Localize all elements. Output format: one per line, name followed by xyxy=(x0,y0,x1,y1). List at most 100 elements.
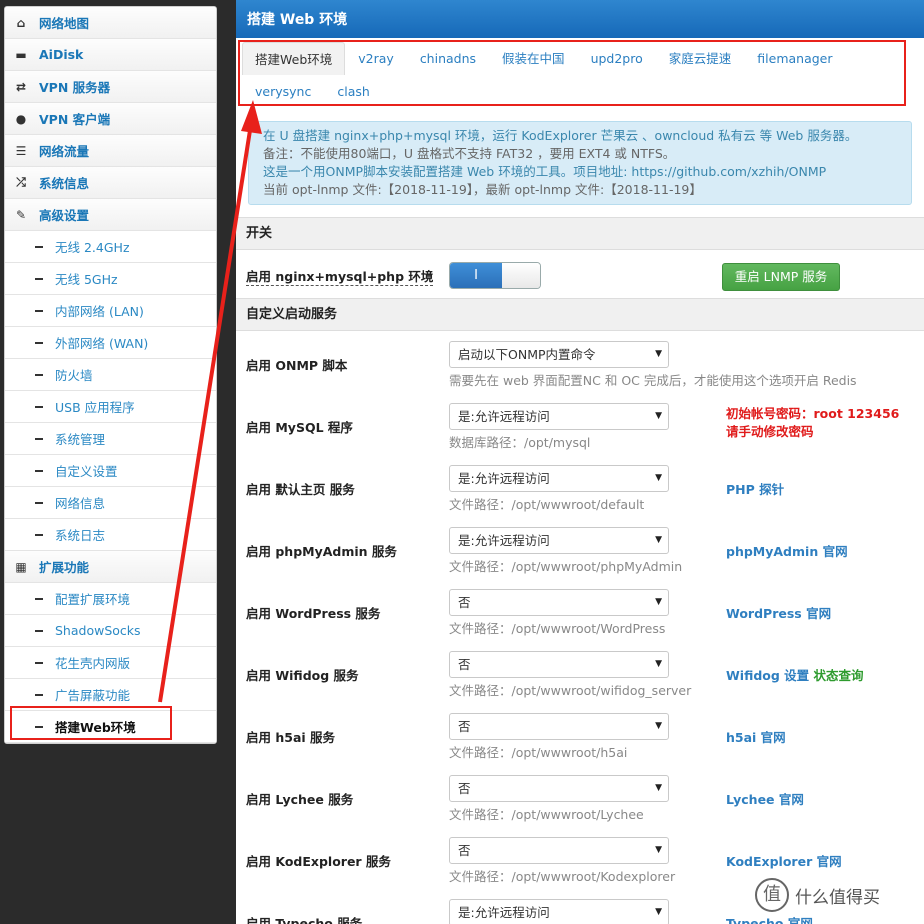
lnmp-toggle[interactable]: I xyxy=(449,262,541,289)
toggle-knob xyxy=(502,263,540,288)
nav-sub-firewall[interactable]: 防火墙 xyxy=(5,359,216,391)
dash-icon xyxy=(35,693,43,696)
caret-down-icon: ▼ xyxy=(655,349,662,359)
caret-down-icon: ▼ xyxy=(655,783,662,793)
dash-icon xyxy=(35,341,43,344)
row-label: 启用 KodExplorer 服务 xyxy=(246,854,391,869)
phpmyadmin-select[interactable]: 是:允许远程访问 ▼ xyxy=(449,527,669,554)
nav-sub-shadowsocks[interactable]: ShadowSocks xyxy=(5,615,216,647)
nav-sub-label: 网络信息 xyxy=(55,496,106,511)
select-value: 是:允许远程访问 xyxy=(458,905,550,920)
mysql-warning: 初始帐号密码：root 123456 请手动修改密码 xyxy=(726,405,899,441)
nav-sub-lan[interactable]: 内部网络 (LAN) xyxy=(5,295,216,327)
panel-title: 搭建 Web 环境 xyxy=(236,0,924,38)
nav-sub-admin[interactable]: 系统管理 xyxy=(5,423,216,455)
row-label: 启用 默认主页 服务 xyxy=(246,482,355,497)
php-probe-link[interactable]: PHP 探针 xyxy=(726,479,784,498)
nav-sub-label: 无线 2.4GHz xyxy=(55,240,130,255)
nav-label: VPN 服务器 xyxy=(39,80,111,95)
dash-icon xyxy=(35,501,43,504)
kodexplorer-select[interactable]: 否 ▼ xyxy=(449,837,669,864)
nav-sub-usb[interactable]: USB 应用程序 xyxy=(5,391,216,423)
select-value: 是:允许远程访问 xyxy=(458,533,550,548)
nav-sub-netinfo[interactable]: 网络信息 xyxy=(5,487,216,519)
nav-system-info[interactable]: ⤮ 系统信息 xyxy=(5,167,216,199)
caret-down-icon: ▼ xyxy=(655,721,662,731)
nav-vpn-client[interactable]: ● VPN 客户端 xyxy=(5,103,216,135)
nav-label: 高级设置 xyxy=(39,208,90,223)
dash-icon xyxy=(35,533,43,536)
nav-extensions[interactable]: ▦ 扩展功能 xyxy=(5,551,216,583)
wifidog-status-link[interactable]: 状态查询 xyxy=(814,668,864,683)
mysql-select[interactable]: 是:允许远程访问 ▼ xyxy=(449,403,669,430)
nav-aidisk[interactable]: ▬ AiDisk xyxy=(5,39,216,71)
nav-sub-oray[interactable]: 花生壳内网版 xyxy=(5,647,216,679)
row-hint: 文件路径：/opt/wwwroot/default xyxy=(449,497,645,512)
wifidog-select[interactable]: 否 ▼ xyxy=(449,651,669,678)
row-hint: 文件路径：/opt/wwwroot/WordPress xyxy=(449,621,666,636)
dash-icon xyxy=(35,277,43,280)
typecho-link[interactable]: Typecho 官网 xyxy=(726,913,813,924)
nav-sub-label: ShadowSocks xyxy=(55,623,141,638)
phpmyadmin-link[interactable]: phpMyAdmin 官网 xyxy=(726,541,848,560)
nav-sub-wireless-24[interactable]: 无线 2.4GHz xyxy=(5,231,216,263)
toggle-on-side: I xyxy=(450,263,502,288)
dash-icon xyxy=(35,661,43,664)
wordpress-select[interactable]: 否 ▼ xyxy=(449,589,669,616)
wrench-icon: ✎ xyxy=(15,207,27,222)
nav-sub-wireless-5[interactable]: 无线 5GHz xyxy=(5,263,216,295)
row-label: 启用 phpMyAdmin 服务 xyxy=(246,544,397,559)
nav-sub-label: 花生壳内网版 xyxy=(55,656,131,671)
nav-sub-label: 系统管理 xyxy=(55,432,106,447)
lychee-link[interactable]: Lychee 官网 xyxy=(726,789,804,808)
select-value: 是:允许远程访问 xyxy=(458,471,550,486)
dash-icon xyxy=(35,309,43,312)
row-label: 启用 h5ai 服务 xyxy=(246,730,336,745)
row-hint: 文件路径：/opt/wwwroot/h5ai xyxy=(449,745,628,760)
nav-sub-label: 防火墙 xyxy=(55,368,93,383)
onmp-select[interactable]: 启动以下ONMP内置命令 ▼ xyxy=(449,341,669,368)
row-hint: 文件路径：/opt/wwwroot/phpMyAdmin xyxy=(449,559,683,574)
wifidog-settings-link[interactable]: Wifidog 设置 xyxy=(726,668,809,683)
h5ai-link[interactable]: h5ai 官网 xyxy=(726,727,786,746)
dash-icon xyxy=(35,245,43,248)
row-label: 启用 WordPress 服务 xyxy=(246,606,381,621)
lnmp-switch-label: 启用 nginx+mysql+php 环境 xyxy=(246,266,434,286)
default-home-select[interactable]: 是:允许远程访问 ▼ xyxy=(449,465,669,492)
restart-lnmp-button[interactable]: 重启 LNMP 服务 xyxy=(722,263,840,291)
select-value: 是:允许远程访问 xyxy=(458,409,550,424)
row-lychee: 启用 Lychee 服务 否 ▼ 文件路径：/opt/wwwroot/Lychee… xyxy=(236,765,924,827)
select-value: 否 xyxy=(458,595,471,610)
caret-down-icon: ▼ xyxy=(655,597,662,607)
row-hint: 文件路径：/opt/wwwroot/Kodexplorer xyxy=(449,869,676,884)
select-value: 否 xyxy=(458,719,471,734)
nav-traffic[interactable]: ☰ 网络流量 xyxy=(5,135,216,167)
row-mysql: 启用 MySQL 程序 是:允许远程访问 ▼ 数据库路径：/opt/mysql 初… xyxy=(236,393,924,455)
nav-sub-label: 系统日志 xyxy=(55,528,106,543)
nav-vpn-server[interactable]: ⇄ VPN 服务器 xyxy=(5,71,216,103)
sidebar: ⌂ 网络地图 ▬ AiDisk ⇄ VPN 服务器 ● VPN 客户端 ☰ 网络流量 ⤮ 系… xyxy=(4,6,217,744)
typecho-select[interactable]: 是:允许远程访问 ▼ xyxy=(449,899,669,924)
nav-sub-syslog[interactable]: 系统日志 xyxy=(5,519,216,551)
nav-sub-custom[interactable]: 自定义设置 xyxy=(5,455,216,487)
select-value: 否 xyxy=(458,657,471,672)
dash-icon xyxy=(35,469,43,472)
select-value: 启动以下ONMP内置命令 xyxy=(458,347,596,362)
nav-sub-ext-env[interactable]: 配置扩展环境 xyxy=(5,583,216,615)
dash-icon xyxy=(35,629,43,632)
lychee-select[interactable]: 否 ▼ xyxy=(449,775,669,802)
retweet-icon: ⇄ xyxy=(15,79,27,94)
wordpress-link[interactable]: WordPress 官网 xyxy=(726,603,831,622)
kodexplorer-link[interactable]: KodExplorer 官网 xyxy=(726,851,842,870)
row-label: 启用 Typecho 服务 xyxy=(246,916,363,924)
nav-advanced[interactable]: ✎ 高级设置 xyxy=(5,199,216,231)
info-box: 在 U 盘搭建 nginx+php+mysql 环境，运行 KodExplore… xyxy=(248,121,912,205)
select-value: 否 xyxy=(458,843,471,858)
row-wifidog: 启用 Wifidog 服务 否 ▼ 文件路径：/opt/wwwroot/wifid… xyxy=(236,641,924,703)
nav-network-map[interactable]: ⌂ 网络地图 xyxy=(5,7,216,39)
h5ai-select[interactable]: 否 ▼ xyxy=(449,713,669,740)
nav-sub-label: 自定义设置 xyxy=(55,464,118,479)
nav-label: 网络流量 xyxy=(39,144,90,159)
home-icon: ⌂ xyxy=(16,15,26,30)
nav-sub-wan[interactable]: 外部网络 (WAN) xyxy=(5,327,216,359)
